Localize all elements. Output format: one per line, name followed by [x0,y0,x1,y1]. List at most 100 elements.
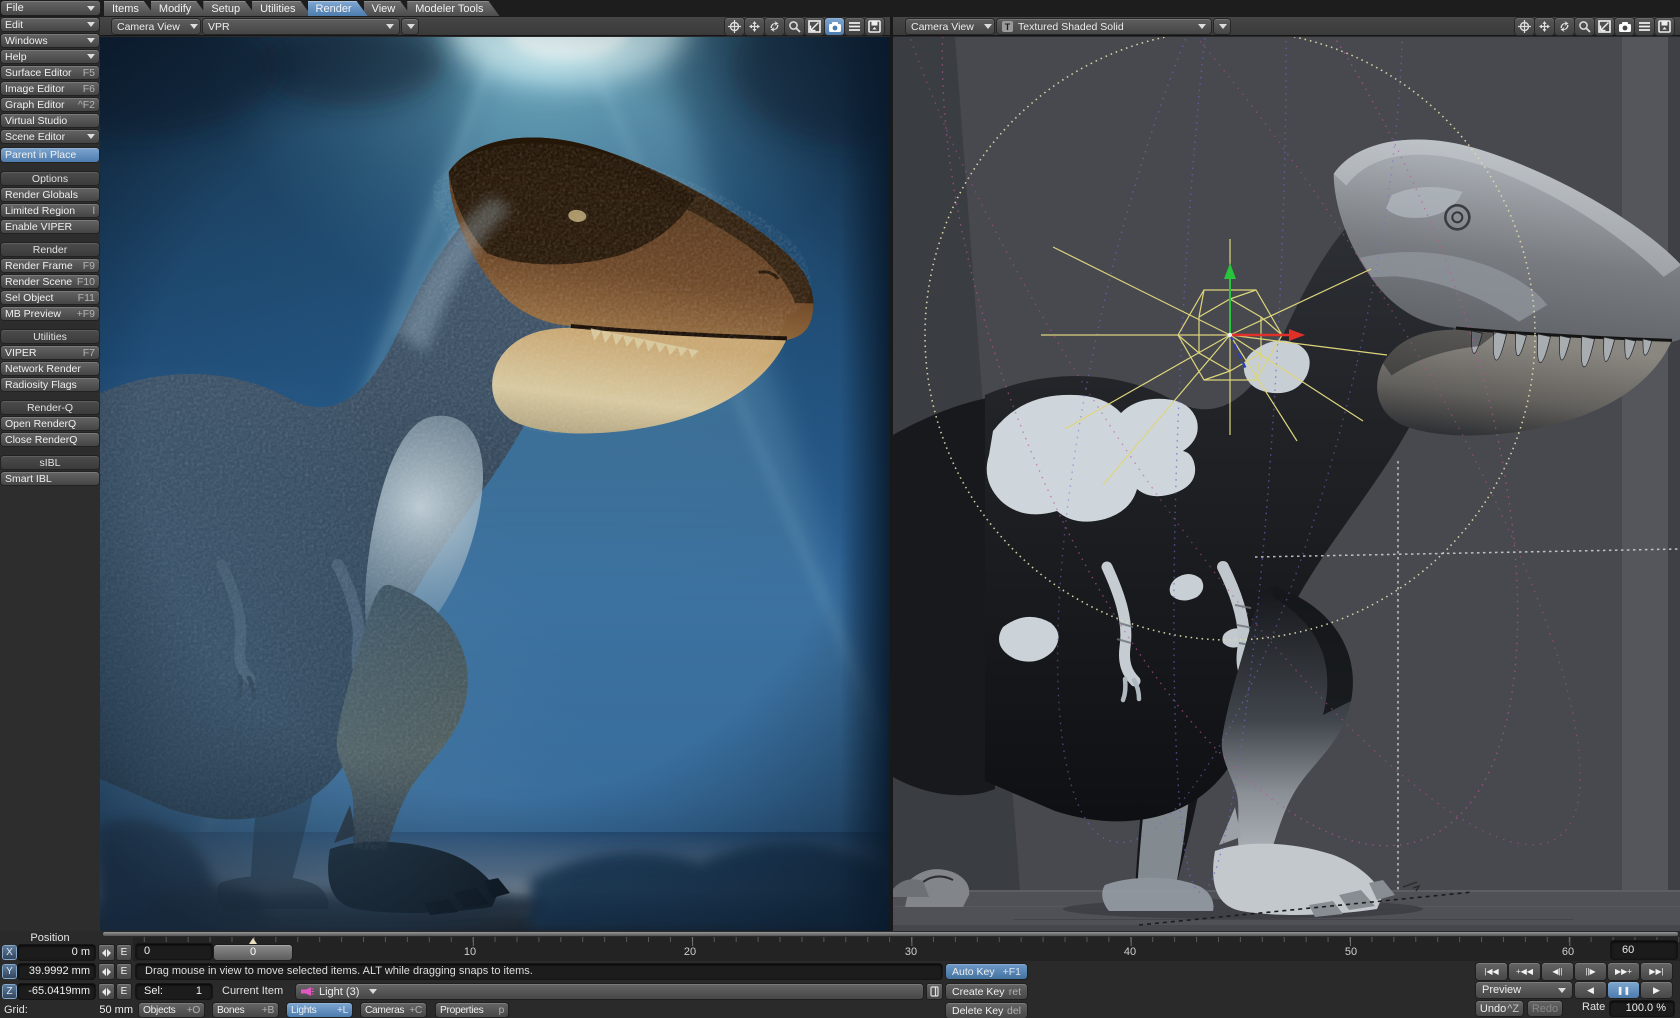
fit-view-icon[interactable] [1595,18,1614,35]
view-type-dropdown[interactable]: Camera View [906,19,994,34]
sidebar-item-parent-in-place[interactable]: Parent in Place [1,148,99,162]
mode-objects-button[interactable]: Objects+O [139,1003,204,1017]
sidebar-item-limited-region[interactable]: Limited Regionl [1,204,99,217]
chevron-down-icon [1219,24,1227,29]
vpr-render-canvas[interactable] [100,37,890,931]
render-mode-dropdown[interactable]: T Textured Shaded Solid [997,19,1211,34]
sidebar-group-options: Options [1,172,99,185]
step-forward-button[interactable]: ||▶ [1575,963,1606,980]
render-mode-dropdown[interactable]: VPR [203,19,399,34]
sidebar-item-graph-editor[interactable]: Graph Editor^F2 [1,98,99,111]
sidebar-item-network-render[interactable]: Network Render [1,362,99,375]
file-menu[interactable]: File [1,1,100,15]
delete-key-button[interactable]: Delete Keydel [946,1003,1027,1018]
sidebar-item-render-scene[interactable]: Render SceneF10 [1,275,99,288]
play-backward-button[interactable]: ◀ [1575,982,1606,998]
sidebar-item-radiosity-flags[interactable]: Radiosity Flags [1,378,99,391]
tab-modeler-tools[interactable]: Modeler Tools [407,1,499,16]
z-value-field[interactable]: -65.0419mm [18,984,95,999]
axis-y-button[interactable]: Y [3,965,16,978]
view-type-dropdown[interactable]: Camera View [112,19,200,34]
go-to-end-button[interactable]: ▶▶| [1641,963,1672,980]
save-view-icon[interactable] [865,18,884,35]
tab-setup[interactable]: Setup [203,1,256,16]
axis-x-button[interactable]: X [3,946,16,959]
sidebar-item-viper[interactable]: VIPERF7 [1,346,99,359]
go-to-start-button[interactable]: |◀◀ [1476,963,1507,980]
zoom-view-icon[interactable] [785,18,804,35]
sidebar-item-windows[interactable]: Windows [1,34,99,47]
rotate-view-icon[interactable] [765,18,784,35]
tab-view[interactable]: View [364,1,412,16]
sidebar-item-render-globals[interactable]: Render Globals [1,188,99,201]
tab-modify[interactable]: Modify [151,1,207,16]
sidebar-item-help[interactable]: Help [1,50,99,63]
fit-view-icon[interactable] [805,18,824,35]
current-item-dropdown[interactable]: Light (3) [296,984,923,999]
center-item-icon[interactable] [1515,18,1534,35]
sidebar-item-close-renderq[interactable]: Close RenderQ [1,433,99,446]
tab-utilities[interactable]: Utilities [252,1,311,16]
prev-key-button[interactable]: +◀◀ [1509,963,1540,980]
y-stepper[interactable] [99,964,114,979]
axis-z-button[interactable]: Z [3,985,16,998]
pause-button[interactable]: ❚❚ [1608,982,1639,998]
preview-dropdown[interactable]: Preview [1476,982,1572,998]
mode-bones-button[interactable]: Bones+B [213,1003,278,1017]
play-forward-button[interactable]: ▶ [1641,982,1672,998]
chevron-down-icon [190,24,198,29]
rate-field[interactable]: 100.0 % [1610,1001,1674,1016]
list-icon[interactable] [845,18,864,35]
move-view-icon[interactable] [745,18,764,35]
step-back-button[interactable]: ◀|| [1542,963,1573,980]
save-view-icon[interactable] [1655,18,1674,35]
y-envelope-button[interactable]: E [117,964,131,979]
move-view-icon[interactable] [1535,18,1554,35]
end-frame-field[interactable]: 60 [1611,941,1677,959]
current-frame-field[interactable]: 0 [136,944,212,959]
camera-icon[interactable] [1615,18,1634,35]
ruler-label: 10 [464,946,476,958]
mode-cameras-button[interactable]: Cameras+C [361,1003,426,1017]
next-key-button[interactable]: ▶▶+ [1608,963,1639,980]
z-stepper[interactable] [99,984,114,999]
shaded-view-canvas[interactable] [893,37,1680,931]
sidebar-item-sel-object[interactable]: Sel ObjectF11 [1,291,99,304]
zoom-view-icon[interactable] [1575,18,1594,35]
sidebar-item-edit[interactable]: Edit [1,18,99,31]
tab-render[interactable]: Render [308,1,368,16]
sidebar-group-utilities: Utilities [1,330,99,343]
sidebar-item-open-renderq[interactable]: Open RenderQ [1,417,99,430]
undo-button[interactable]: Undo^Z [1476,1001,1523,1016]
viewport-options-dropdown[interactable] [402,19,418,34]
mode-lights-button[interactable]: Lights+L [287,1003,352,1017]
create-key-button[interactable]: Create Keyret [946,984,1027,999]
sidebar-item-render-frame[interactable]: Render FrameF9 [1,259,99,272]
redo-button[interactable]: Redo [1528,1001,1562,1016]
y-value-field[interactable]: 39.9992 mm [18,964,95,979]
frame-slider-handle[interactable]: 0 [214,945,292,960]
sidebar-item-image-editor[interactable]: Image EditorF6 [1,82,99,95]
auto-key-button[interactable]: Auto Key+F1 [946,964,1027,979]
rotate-view-icon[interactable] [1555,18,1574,35]
x-stepper[interactable] [99,945,114,960]
z-envelope-button[interactable]: E [117,984,131,999]
sidebar-item-smart-ibl[interactable]: Smart IBL [1,472,99,485]
properties-button[interactable]: Propertiesp [436,1003,508,1017]
x-value-field[interactable]: 0 m [18,945,95,960]
sidebar-item-mb-preview[interactable]: MB Preview+F9 [1,307,99,320]
viewport-right-header: Camera View T Textured Shaded Solid [893,17,1680,36]
tab-items[interactable]: Items [104,1,155,16]
sidebar-item-virtual-studio[interactable]: Virtual Studio [1,114,99,127]
list-icon[interactable] [1635,18,1654,35]
sidebar-item-enable-viper[interactable]: Enable VIPER [1,220,99,233]
timeline-ruler[interactable]: 10 20 30 40 50 60 0 0 60 [133,937,1680,961]
x-envelope-button[interactable]: E [117,945,131,960]
center-item-icon[interactable] [725,18,744,35]
viewport-options-dropdown[interactable] [1214,19,1230,34]
item-properties-button[interactable] [927,984,942,999]
sidebar-item-surface-editor[interactable]: Surface EditorF5 [1,66,99,79]
camera-icon[interactable] [825,18,844,35]
sidebar-item-scene-editor[interactable]: Scene Editor [1,130,99,143]
timeline-grab-bar[interactable] [103,932,1678,936]
